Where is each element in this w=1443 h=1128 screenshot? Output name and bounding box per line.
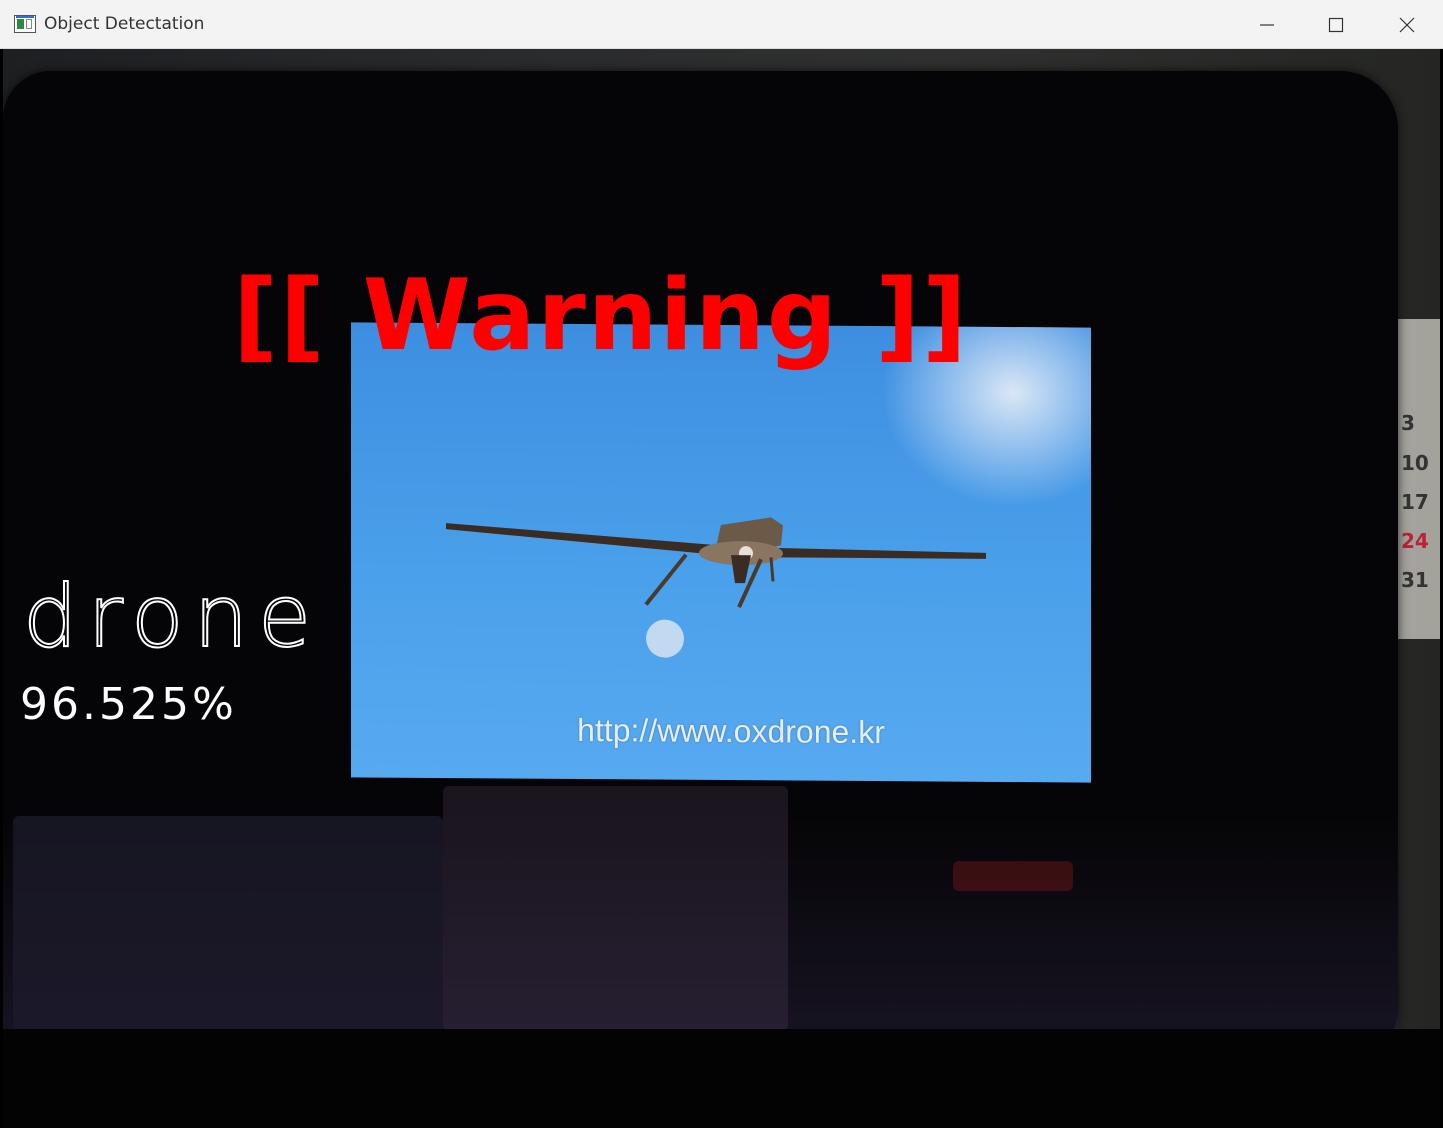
detection-label: drone (22, 567, 322, 667)
blurred-window (13, 816, 443, 1031)
moon (646, 619, 684, 658)
blurred-window (443, 786, 788, 1031)
calendar-day: 24 (1401, 529, 1429, 553)
calendar-day: 10 (1401, 451, 1429, 475)
drone-icon (446, 517, 986, 608)
app-icon (14, 15, 36, 33)
window-titlebar: Object Detectation (0, 0, 1443, 49)
maximize-icon (1328, 17, 1344, 32)
window-title: Object Detectation (44, 14, 205, 34)
maximize-button[interactable] (1301, 0, 1371, 49)
detection-confidence: 96.525% (20, 679, 237, 730)
calendar-day: 31 (1401, 568, 1429, 592)
desk (3, 1029, 1440, 1128)
drone-photo: http://www.oxdrone.kr (351, 322, 1091, 783)
photo-url-text: http://www.oxdrone.kr (577, 711, 885, 751)
close-icon (1399, 17, 1415, 32)
camera-feed: 3 10 17 24 31 http://www.oxdrone.kr [[ W… (3, 49, 1440, 1128)
close-button[interactable] (1372, 0, 1442, 49)
calendar-day: 17 (1401, 490, 1429, 514)
warning-overlay: [[ Warning ]] (233, 259, 969, 373)
minimize-icon (1260, 23, 1274, 26)
blurred-button (953, 861, 1073, 891)
minimize-button[interactable] (1232, 0, 1302, 49)
calendar-day: 3 (1401, 411, 1415, 435)
